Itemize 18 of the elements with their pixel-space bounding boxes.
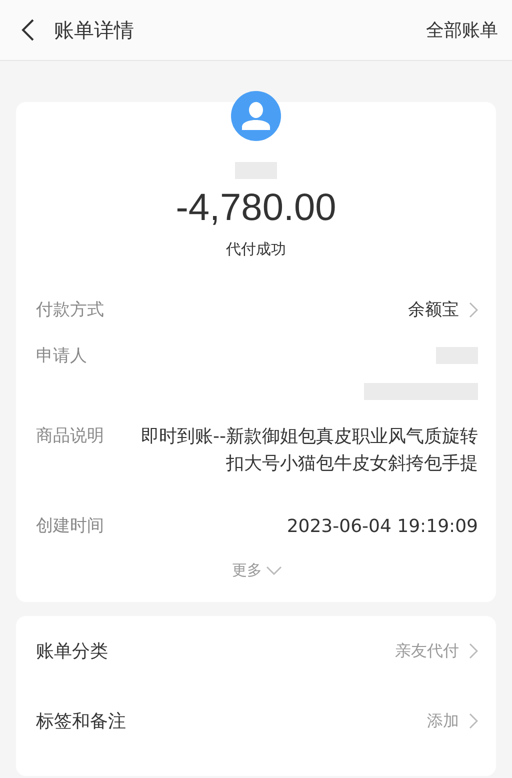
detail-label: 付款方式 (36, 299, 105, 322)
chevron-right-icon (469, 643, 478, 659)
detail-label: 申请人 (36, 345, 88, 368)
bill-option-row[interactable]: 账单分类 亲友代付 (16, 616, 496, 686)
payment-method-link[interactable]: 余额宝 (408, 297, 478, 323)
all-bills-link[interactable]: 全部账单 (426, 18, 498, 42)
payment-status: 代付成功 (226, 240, 286, 259)
chevron-right-icon (469, 302, 478, 318)
chevron-right-icon (469, 713, 478, 729)
detail-value: 2023-06-04 19:19:09 (286, 515, 478, 539)
bill-option-row[interactable]: 标签和备注 添加 (16, 686, 496, 756)
back-icon (20, 19, 34, 41)
chevron-down-icon (266, 566, 282, 575)
detail-label: 商品说明 (36, 425, 105, 448)
detail-label: 创建时间 (36, 515, 105, 538)
page-title: 账单详情 (54, 16, 135, 44)
detail-value: 即时到账--新款御姐包真皮职业风气质旋转扣大号小猫包牛皮女斜挎包手提 (140, 425, 478, 476)
amount: -4,780.00 (176, 187, 336, 230)
